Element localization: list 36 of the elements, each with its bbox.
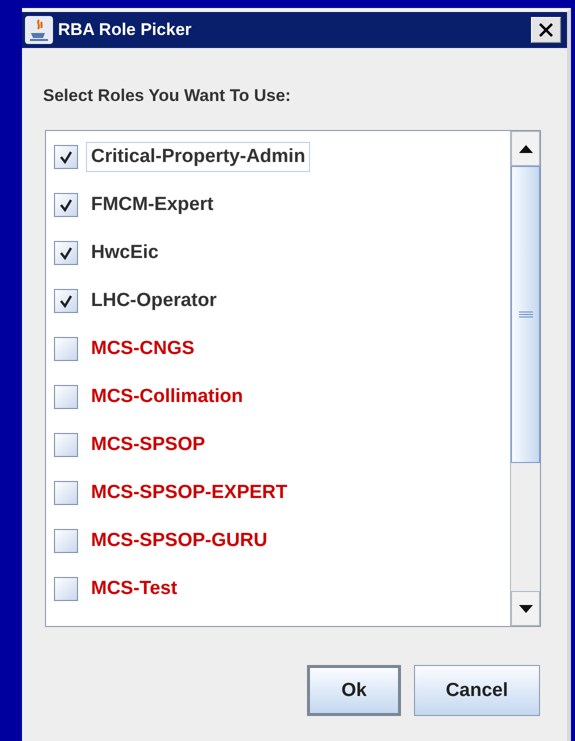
role-label[interactable]: MCS-SPSOP-EXPERT <box>86 478 292 508</box>
close-button[interactable] <box>531 17 561 43</box>
role-checkbox[interactable] <box>54 384 78 408</box>
scrollbar-thumb[interactable] <box>511 166 540 463</box>
check-icon <box>58 196 74 212</box>
app-icon <box>24 15 54 45</box>
role-checkbox[interactable] <box>54 288 78 312</box>
role-label[interactable]: LHC-Operator <box>86 286 222 316</box>
role-label[interactable]: HwcEic <box>86 238 164 268</box>
role-checkbox[interactable] <box>54 432 78 456</box>
dialog-button[interactable]: Cancel <box>414 665 540 716</box>
up-arrow-icon[interactable] <box>518 144 532 152</box>
role-checkbox[interactable] <box>54 576 78 600</box>
role-checkbox[interactable] <box>54 480 78 504</box>
role-label[interactable]: FMCM-Expert <box>86 190 218 220</box>
close-icon <box>538 22 554 38</box>
check-icon <box>58 292 74 308</box>
check-icon <box>58 244 74 260</box>
role-label[interactable]: MCS-Collimation <box>86 382 248 412</box>
down-arrow-icon[interactable] <box>518 604 532 612</box>
role-label[interactable]: MCS-SPSOP <box>86 430 210 460</box>
instruction-label: Select Roles You Want To Use: <box>43 86 292 106</box>
role-checkbox[interactable] <box>54 336 78 360</box>
grip-icon <box>518 311 532 318</box>
role-label[interactable]: Critical-Property-Admin <box>86 142 310 172</box>
role-checkbox[interactable] <box>54 240 78 264</box>
role-label[interactable]: MCS-SPSOP-GURU <box>86 526 272 556</box>
role-checkbox[interactable] <box>54 144 78 168</box>
scrollbar[interactable] <box>510 131 540 626</box>
role-checkbox[interactable] <box>54 528 78 552</box>
dialog-button[interactable]: Ok <box>307 665 401 716</box>
role-label[interactable]: MCS-CNGS <box>86 334 200 364</box>
role-checkbox[interactable] <box>54 192 78 216</box>
check-icon <box>58 148 74 164</box>
window-title: RBA Role Picker <box>58 20 193 40</box>
role-label[interactable]: MCS-Test <box>86 574 182 604</box>
